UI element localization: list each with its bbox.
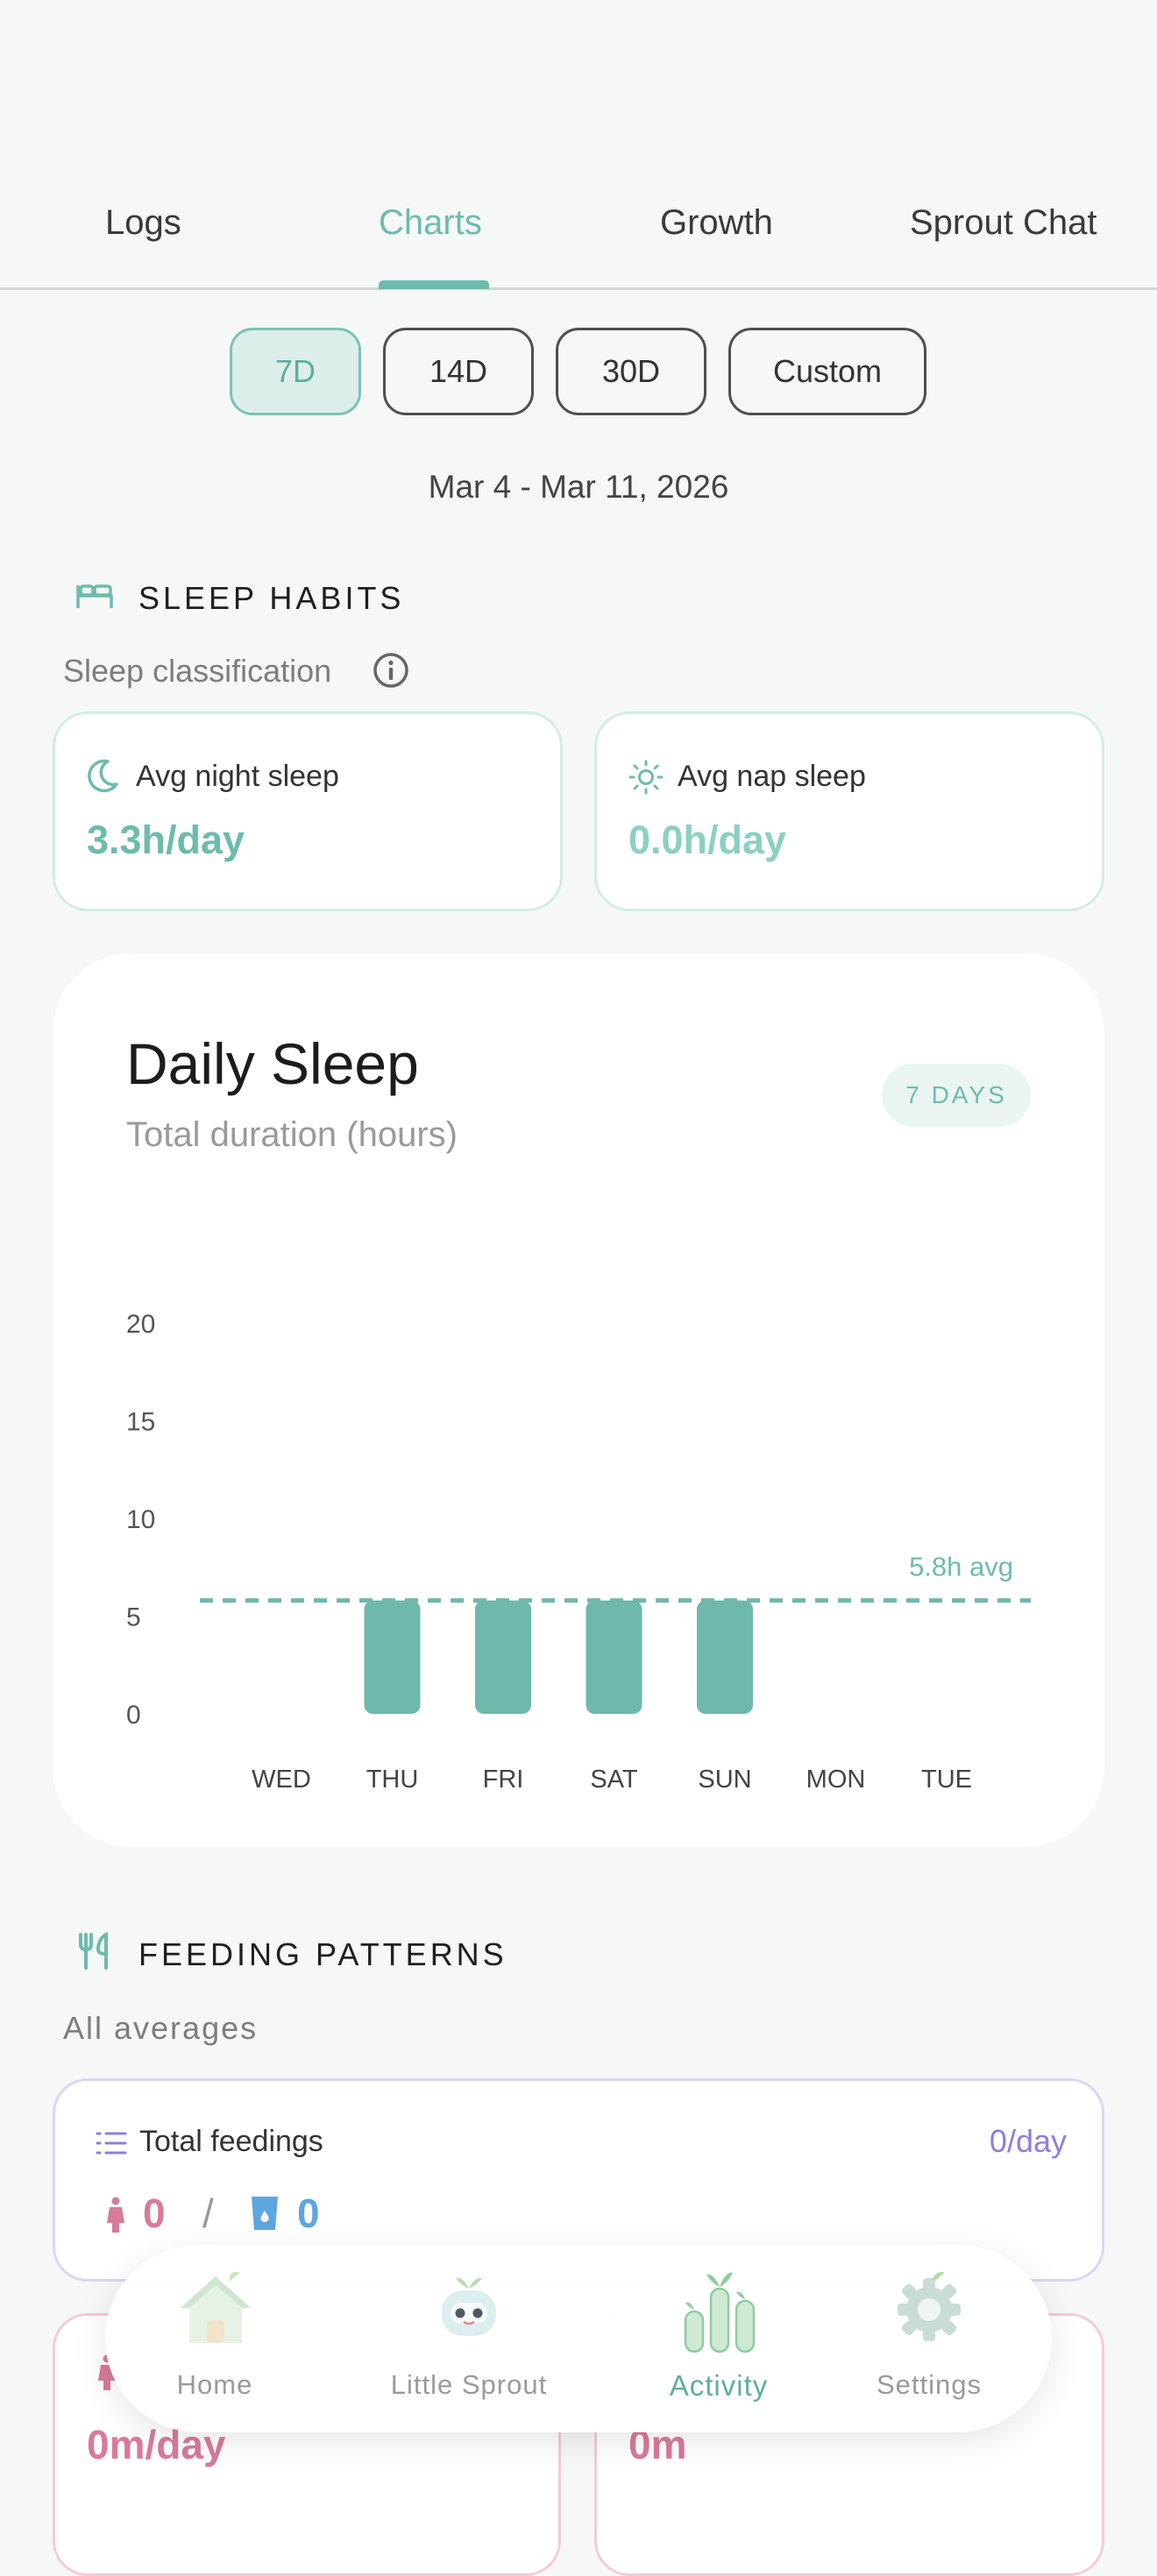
- range-custom-button[interactable]: Custom: [728, 328, 926, 415]
- bar-thu[interactable]: [364, 1600, 421, 1714]
- x-tick-label: SAT: [590, 1766, 638, 1794]
- tab-charts[interactable]: Charts: [379, 203, 482, 243]
- x-tick-label: TUE: [921, 1766, 972, 1794]
- x-tick-label: WED: [252, 1766, 311, 1794]
- bottle-count: 0: [297, 2190, 320, 2236]
- nav-settings[interactable]: Settings: [850, 2245, 1008, 2432]
- y-tick-label: 5: [126, 1603, 141, 1632]
- nav-little-sprout[interactable]: Little Sprout: [368, 2245, 570, 2432]
- tab-bar: Logs Charts Growth Sprout Chat: [0, 175, 1157, 290]
- y-tick-label: 15: [126, 1408, 155, 1437]
- feed-separator: /: [202, 2190, 214, 2236]
- nav-home[interactable]: Home: [131, 2245, 298, 2432]
- nav-activity-label: Activity: [669, 2369, 769, 2402]
- robot-sprout-icon: [442, 2277, 496, 2336]
- y-tick-label: 20: [126, 1310, 155, 1339]
- moon-icon: [88, 759, 118, 793]
- bar-fri[interactable]: [475, 1600, 531, 1714]
- sleep-classification-label: Sleep classification: [63, 653, 332, 689]
- total-feedings-rate: 0/day: [989, 2123, 1067, 2159]
- range-7d-button[interactable]: 7D: [230, 328, 361, 415]
- date-range-label: Mar 4 - Mar 11, 2026: [428, 469, 729, 505]
- sleep-section-title: SLEEP HABITS: [138, 580, 405, 616]
- nav-home-label: Home: [176, 2369, 253, 2400]
- fork-knife-icon: [79, 1932, 108, 1970]
- daily-sleep-bar-chart: 0 5 10 15 20 WED THU FRI SAT SUN MON TUE 5.8h avg: [126, 1310, 1031, 1794]
- feeding-subtitle: All averages: [63, 2010, 259, 2046]
- x-tick-label: SUN: [698, 1766, 751, 1794]
- tab-scroll-fade: [1096, 175, 1157, 287]
- active-tab-indicator: [379, 280, 489, 289]
- bottom-navigation: Home Little Sprout Activity Settings: [105, 2245, 1052, 2432]
- range-30d-button[interactable]: 30D: [556, 328, 706, 415]
- nav-settings-label: Settings: [876, 2369, 982, 2400]
- tab-logs[interactable]: Logs: [105, 203, 181, 243]
- range-14d-button[interactable]: 14D: [383, 328, 534, 415]
- x-tick-label: MON: [806, 1766, 866, 1794]
- average-label: 5.8h avg: [909, 1552, 1013, 1582]
- list-icon: [96, 2132, 127, 2155]
- avg-night-sleep-card: Avg night sleep 3.3h/day: [53, 711, 563, 911]
- avg-nap-sleep-value: 0.0h/day: [628, 817, 787, 862]
- breastfeed-icon: [107, 2197, 124, 2233]
- x-tick-label: FRI: [483, 1766, 524, 1794]
- house-icon: [181, 2271, 251, 2343]
- info-icon[interactable]: [372, 651, 410, 690]
- nav-little-sprout-label: Little Sprout: [390, 2369, 548, 2400]
- x-tick-label: THU: [366, 1766, 419, 1794]
- y-tick-label: 0: [126, 1701, 141, 1730]
- bottle-icon: [252, 2197, 278, 2230]
- total-feedings-label: Total feedings: [139, 2125, 323, 2158]
- avg-night-sleep-value: 3.3h/day: [87, 817, 245, 862]
- tab-sprout-chat[interactable]: Sprout Chat: [910, 203, 1097, 243]
- breastfeed-count: 0: [143, 2190, 166, 2236]
- avg-nap-sleep-card: Avg nap sleep 0.0h/day: [594, 711, 1104, 911]
- bar-sun[interactable]: [697, 1600, 753, 1714]
- bed-icon: [76, 584, 113, 608]
- avg-nap-sleep-label: Avg nap sleep: [678, 760, 866, 793]
- nav-activity[interactable]: Activity: [631, 2245, 806, 2432]
- y-tick-label: 10: [126, 1505, 155, 1534]
- activity-bars-icon: [684, 2272, 756, 2353]
- gear-icon: [898, 2271, 961, 2341]
- bar-sat[interactable]: [586, 1600, 642, 1714]
- daily-sleep-chart-card: Daily Sleep Total duration (hours) 7 DAY…: [53, 953, 1104, 1847]
- avg-night-sleep-label: Avg night sleep: [136, 760, 339, 793]
- feeding-section-title: FEEDING PATTERNS: [138, 1936, 508, 1972]
- sun-icon: [628, 760, 664, 795]
- tab-growth[interactable]: Growth: [660, 203, 773, 243]
